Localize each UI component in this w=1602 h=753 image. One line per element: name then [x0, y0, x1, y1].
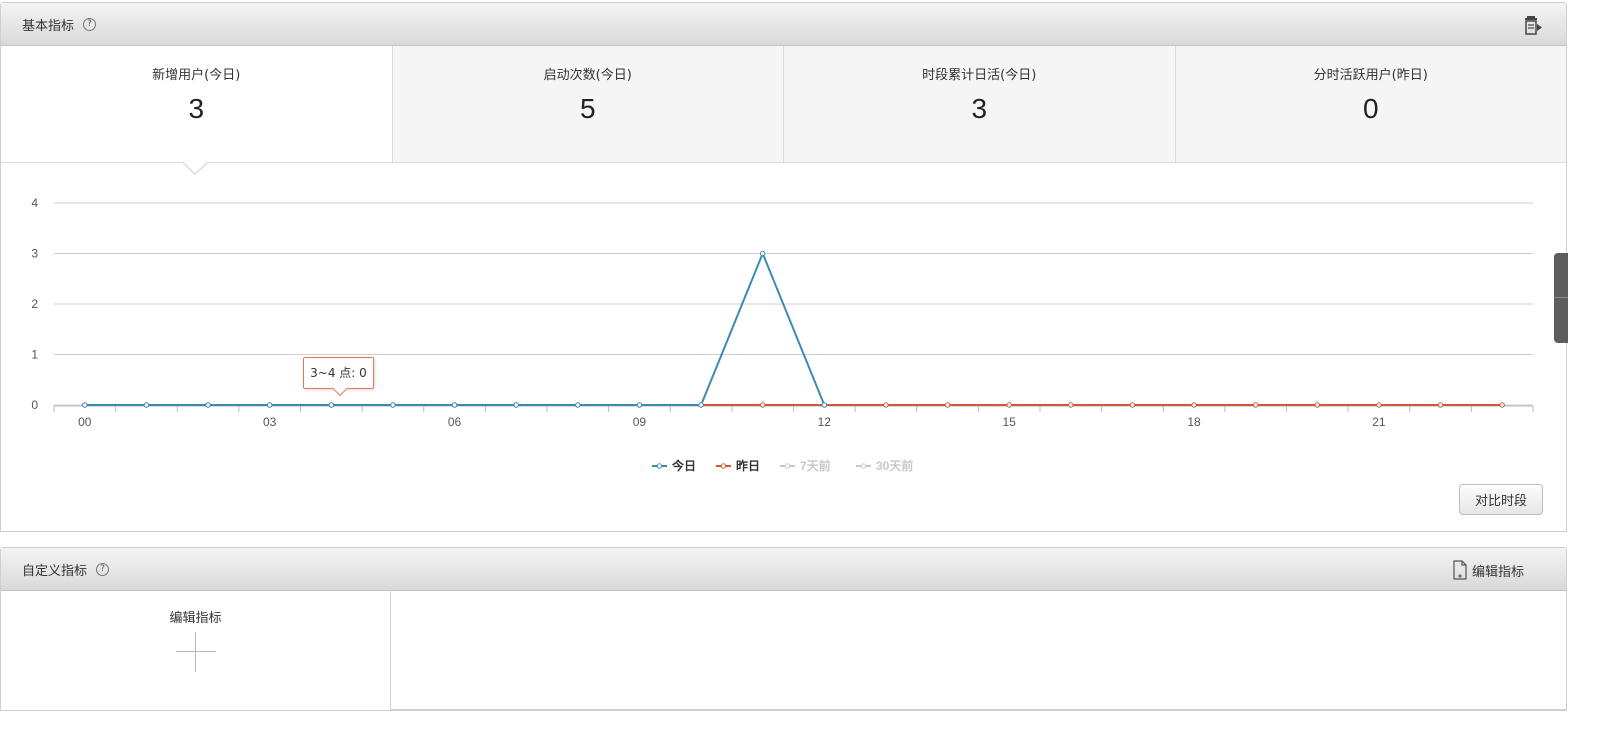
x-tick-label: 15 — [1003, 415, 1017, 429]
data-point — [636, 402, 643, 408]
custom-metrics-panel: 自定义指标 ? 编辑指标 编辑指标 — [0, 547, 1567, 711]
legend-label: 昨日 — [736, 458, 760, 473]
x-tick-label: 18 — [1187, 415, 1201, 429]
x-tick-label: 00 — [78, 415, 92, 429]
data-point — [82, 402, 88, 408]
kpi-value: 3 — [188, 93, 205, 124]
data-point — [513, 402, 519, 408]
edit-metrics-label: 编辑指标 — [1471, 564, 1524, 580]
custom-metrics-area — [391, 591, 1566, 710]
add-metric-tile[interactable]: 编辑指标 — [1, 591, 391, 710]
data-point — [759, 250, 766, 257]
y-tick-label: 2 — [31, 297, 38, 311]
kpi-cumulative-dau[interactable]: 时段累计日活(今日) 3 — [783, 46, 1175, 162]
custom-metrics-body: 编辑指标 — [1, 591, 1566, 710]
x-tick-label: 21 — [1372, 415, 1386, 429]
kpi-label: 时段累计日活(今日) — [922, 68, 1037, 83]
data-point — [1314, 402, 1321, 408]
compare-period-button[interactable]: 对比时段 — [1459, 484, 1543, 515]
data-point — [390, 402, 396, 408]
basic-metrics-header: 基本指标 ? — [1, 3, 1566, 46]
data-point — [143, 402, 150, 408]
y-tick-label: 3 — [31, 247, 38, 261]
kpi-value: 5 — [579, 93, 596, 124]
chart-tooltip: 3~4 点: 0 — [303, 357, 374, 389]
document-icon — [1453, 560, 1467, 580]
kpi-label: 启动次数(今日) — [543, 68, 632, 83]
data-point — [698, 402, 704, 408]
custom-metrics-header: 自定义指标 ? 编辑指标 — [1, 548, 1566, 591]
legend-marker — [784, 463, 791, 469]
legend-label: 今日 — [671, 458, 696, 473]
legend-marker — [720, 463, 727, 469]
legend-item[interactable]: 7天前 — [780, 458, 831, 473]
kpi-row: 新增用户(今日) 3 启动次数(今日) 5 时段累计日活(今日) 3 分时活跃用… — [1, 46, 1566, 175]
x-tick-label: 06 — [448, 415, 462, 429]
data-point — [821, 402, 828, 408]
legend-label: 7天前 — [800, 458, 831, 473]
data-point — [1437, 402, 1444, 408]
data-point — [1191, 402, 1197, 408]
data-point — [944, 402, 951, 408]
data-point — [575, 402, 581, 408]
export-icon[interactable] — [1522, 14, 1544, 36]
kpi-value: 3 — [971, 93, 988, 124]
data-point — [1252, 402, 1259, 408]
hourly-line-chart: 0123400 03 06 09 12 15 18 21今日 昨日 7天前 30天前 — [31, 196, 1534, 473]
y-tick-label: 0 — [31, 398, 38, 412]
kpi-label: 分时活跃用户(昨日) — [1313, 68, 1428, 83]
legend-item[interactable]: 今日 — [652, 458, 696, 473]
basic-metrics-title: 基本指标 — [22, 18, 75, 34]
legend-item[interactable]: 30天前 — [856, 458, 913, 473]
series-line-0 — [84, 250, 826, 406]
data-point — [1068, 402, 1074, 408]
data-point — [1376, 402, 1382, 408]
kpi-new-users[interactable]: 新增用户(今日) 3 — [1, 46, 392, 175]
data-point — [1006, 402, 1012, 408]
help-icon[interactable]: ? — [83, 17, 97, 31]
y-tick-label: 1 — [31, 348, 38, 362]
side-feedback-tab[interactable] — [1554, 253, 1568, 343]
kpi-hourly-active[interactable]: 分时活跃用户(昨日) 0 — [1174, 46, 1566, 162]
data-point — [328, 402, 335, 408]
kpi-value: 0 — [1362, 93, 1379, 124]
data-point — [883, 402, 889, 408]
data-point — [1499, 402, 1505, 408]
help-icon[interactable]: ? — [96, 562, 110, 576]
x-tick-label: 03 — [263, 415, 277, 429]
legend-label: 30天前 — [876, 458, 913, 473]
legend-marker — [860, 463, 867, 469]
plus-icon — [175, 632, 216, 672]
y-tick-label: 4 — [31, 196, 38, 210]
legend-marker — [656, 463, 663, 469]
data-point — [1129, 402, 1136, 408]
edit-metrics-link[interactable]: 编辑指标 — [1452, 560, 1524, 580]
data-point — [266, 402, 273, 408]
active-caret — [181, 161, 209, 175]
data-point — [451, 402, 458, 408]
data-point — [759, 402, 766, 408]
custom-metrics-title: 自定义指标 — [22, 563, 88, 579]
kpi-label: 新增用户(今日) — [152, 68, 241, 83]
x-tick-label: 12 — [818, 415, 832, 429]
legend-item[interactable]: 昨日 — [716, 458, 760, 473]
data-point — [205, 402, 211, 408]
x-tick-label: 09 — [633, 415, 647, 429]
add-metric-label: 编辑指标 — [169, 611, 222, 626]
kpi-launches[interactable]: 启动次数(今日) 5 — [391, 46, 783, 162]
